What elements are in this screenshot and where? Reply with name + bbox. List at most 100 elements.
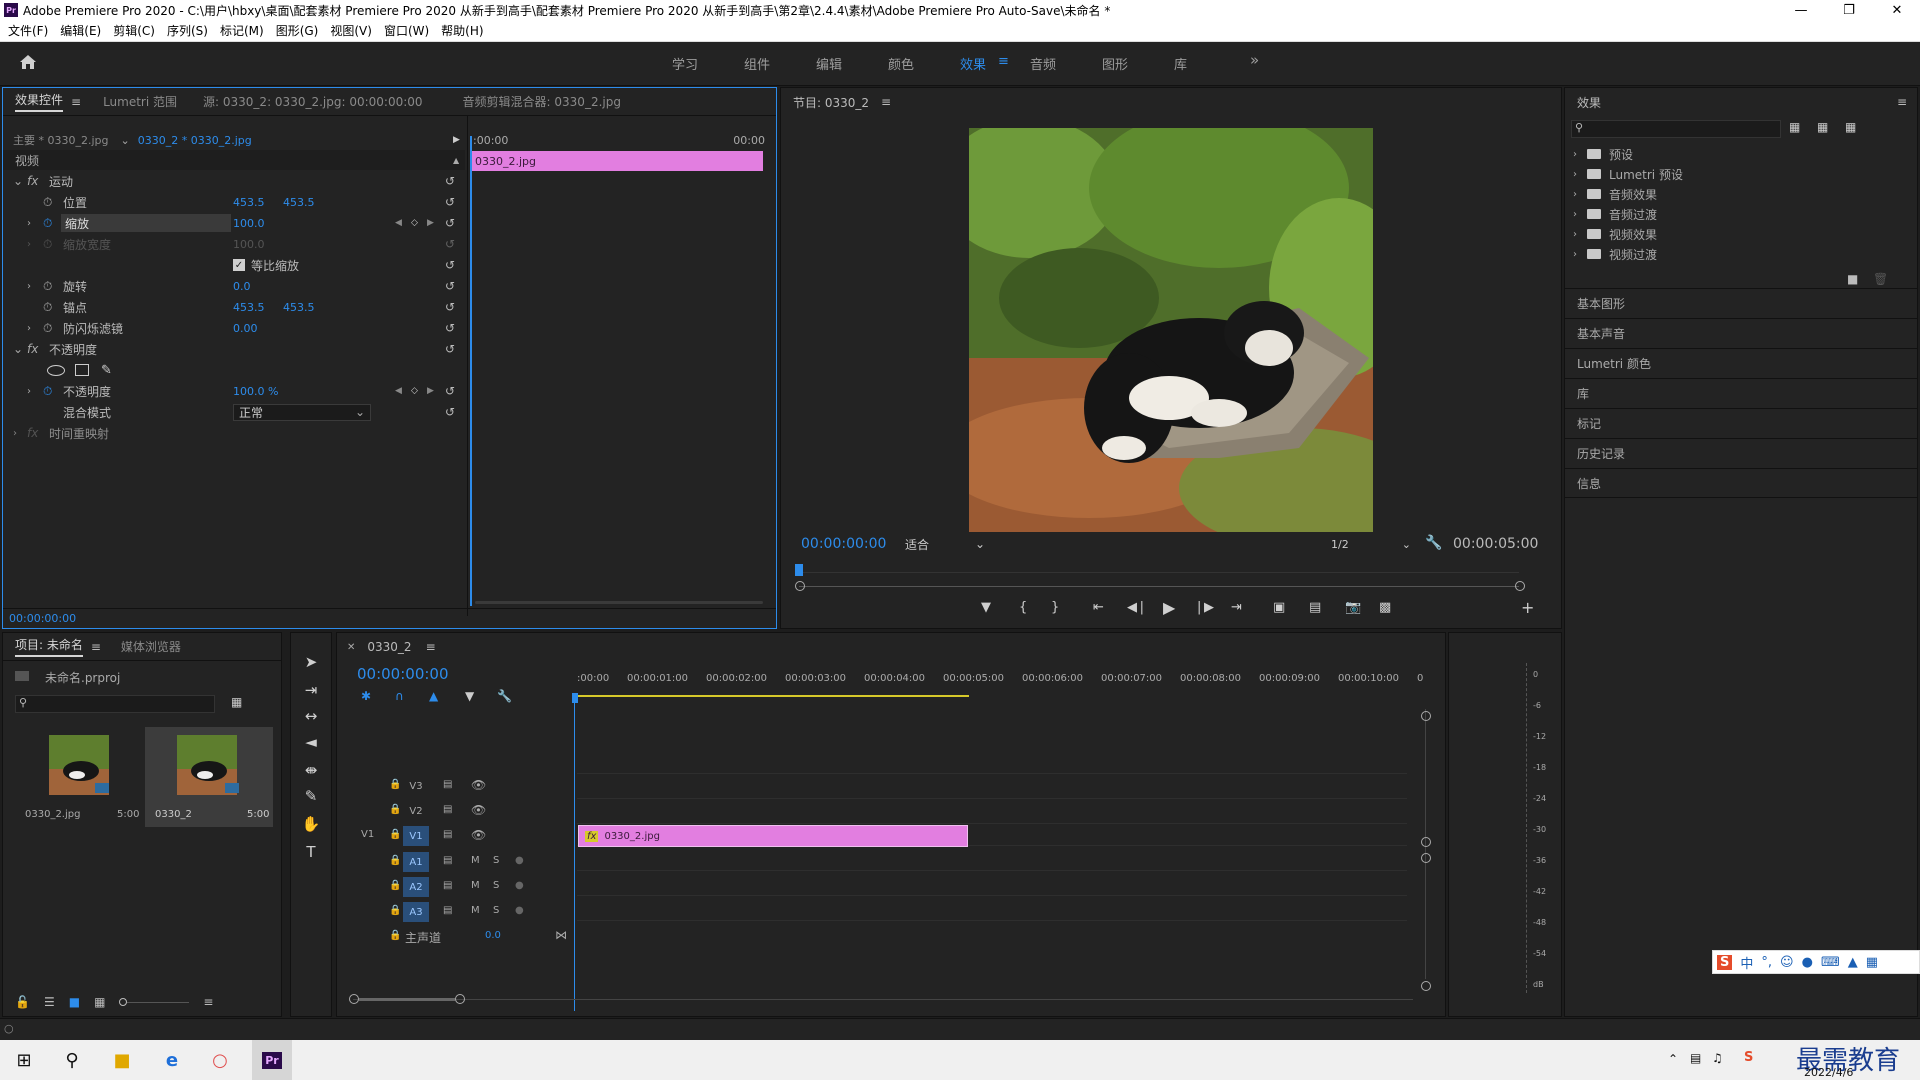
app-icon[interactable]: ○ [206, 1046, 234, 1074]
add-keyframe-icon[interactable]: ◇ [411, 386, 418, 396]
minimize-button[interactable]: — [1778, 0, 1824, 20]
prev-keyframe-icon[interactable]: ◀ [395, 218, 402, 228]
project-search-input[interactable]: ⚲ [15, 695, 215, 713]
ime-lang[interactable]: 中 [1740, 953, 1753, 972]
delete-icon[interactable]: 🗑 [1873, 272, 1888, 286]
program-playhead[interactable] [795, 564, 803, 576]
master-bowtie-icon[interactable]: ⋈ [555, 928, 567, 942]
master-volume-value[interactable]: 0.0 [485, 930, 501, 941]
timeline-timecode[interactable]: 00:00:00:00 [357, 665, 449, 683]
tab-media-browser[interactable]: 媒体浏览器 [121, 638, 181, 655]
selection-tool-icon[interactable]: ➤ [296, 650, 326, 674]
effect-controls-timecode[interactable]: 00:00:00:00 [9, 612, 76, 625]
rectangle-mask-icon[interactable] [75, 364, 89, 376]
folder-audio-effects[interactable]: › 音频效果 [1573, 184, 1903, 204]
reset-icon[interactable]: ↺ [445, 342, 455, 356]
fit-select[interactable]: 适合 ⌄ [905, 535, 985, 553]
sogou-ime-icon[interactable]: S [1717, 954, 1733, 970]
effect-timeline-clip[interactable]: 0330_2.jpg [471, 151, 763, 171]
master-clip-label[interactable]: 主要 * 0330_2.jpg [13, 132, 109, 148]
network-icon[interactable]: ▤ [1690, 1051, 1701, 1065]
workspace-audio[interactable]: 音频 [1030, 54, 1056, 73]
workspace-editing[interactable]: 编辑 [816, 54, 842, 73]
sequence-clip-label[interactable]: 0330_2 * 0330_2.jpg [138, 134, 252, 147]
workspace-libraries[interactable]: 库 [1174, 54, 1187, 73]
go-to-out-icon[interactable]: ⇥ [1231, 600, 1242, 615]
lock-icon[interactable]: 🔓 [15, 995, 30, 1009]
workspace-effects[interactable]: 效果 [960, 54, 986, 73]
panel-lumetri-color[interactable]: Lumetri 颜色 [1565, 348, 1917, 378]
project-item-clip[interactable]: 0330_2.jpg 5:00 [15, 727, 143, 827]
32bit-effects-icon[interactable]: ▦ [1817, 120, 1828, 134]
workspace-menu-icon[interactable]: ≡ [998, 54, 1009, 69]
expand-chevron-icon[interactable]: › [27, 323, 31, 334]
tab-effect-controls[interactable]: 效果控件 [15, 91, 64, 112]
uniform-scale-checkbox[interactable]: ✓ [233, 259, 245, 271]
freeform-view-icon[interactable]: ▦ [94, 995, 105, 1009]
expand-chevron-icon[interactable]: ⌄ [13, 174, 23, 188]
panel-menu-icon[interactable]: ≡ [881, 95, 891, 109]
timeline-playhead[interactable] [574, 701, 575, 1011]
reset-icon[interactable]: ↺ [445, 216, 455, 230]
panel-menu-icon[interactable]: ≡ [426, 640, 436, 654]
menu-edit[interactable]: 编辑(E) [60, 22, 101, 39]
pen-mask-icon[interactable]: ✎ [101, 363, 112, 378]
thumbnail-size-slider[interactable] [119, 997, 190, 1007]
panel-libraries[interactable]: 库 [1565, 378, 1917, 408]
reset-icon[interactable]: ↺ [445, 258, 455, 272]
blend-mode-select[interactable]: 正常 ⌄ [233, 403, 371, 421]
timeline-clip-v1[interactable]: fx 0330_2.jpg [578, 825, 968, 847]
add-button-icon[interactable]: + [1521, 598, 1534, 617]
panel-essential-sound[interactable]: 基本声音 [1565, 318, 1917, 348]
folder-video-effects[interactable]: › 视频效果 [1573, 224, 1903, 244]
folder-video-transitions[interactable]: › 视频过渡 [1573, 244, 1903, 264]
comparison-view-icon[interactable]: ▩ [1379, 600, 1391, 615]
timeline-ruler[interactable]: :00:00 00:00:01:00 00:00:02:00 00:00:03:… [577, 673, 1437, 701]
step-forward-icon[interactable]: | ▶ [1197, 600, 1214, 615]
toolbox-icon[interactable]: ▦ [1866, 955, 1878, 970]
work-area-bar[interactable] [577, 695, 969, 697]
go-to-in-icon[interactable]: ⇤ [1093, 600, 1104, 615]
tab-audio-clip-mixer[interactable]: 音频剪辑混合器: 0330_2.jpg [463, 93, 621, 110]
microphone-icon[interactable]: ● [515, 855, 524, 866]
timeline-zoom-bar[interactable] [359, 998, 455, 1001]
track-target-a2[interactable]: A2 [403, 877, 429, 897]
list-view-icon[interactable]: ☰ [44, 995, 55, 1009]
volume-icon[interactable]: ♫ [1712, 1051, 1723, 1065]
panel-history[interactable]: 历史记录 [1565, 438, 1917, 468]
ime-punct[interactable]: °, [1761, 955, 1772, 970]
linked-selection-icon[interactable]: ▲ [429, 689, 438, 703]
premiere-taskbar-item[interactable]: Pr [252, 1040, 292, 1080]
expand-chevron-icon[interactable]: › [27, 218, 31, 229]
track-target-v3[interactable]: V3 [403, 776, 429, 796]
next-keyframe-icon[interactable]: ▶ [427, 218, 434, 228]
tab-source[interactable]: 源: 0330_2: 0330_2.jpg: 00:00:00:00 [203, 93, 423, 110]
ellipse-mask-icon[interactable] [47, 364, 65, 376]
zoom-handle-right[interactable] [1515, 581, 1525, 591]
sync-lock-icon[interactable]: ▤ [443, 880, 452, 891]
snap-icon[interactable]: ∩ [395, 689, 404, 703]
timeline-playhead-handle[interactable] [572, 693, 578, 703]
menu-help[interactable]: 帮助(H) [441, 22, 483, 39]
add-marker-icon[interactable]: ▼ [465, 689, 474, 703]
scale-value[interactable]: 100.0 [233, 217, 265, 230]
scroll-up-icon[interactable]: ▲ [453, 156, 459, 165]
step-back-icon[interactable]: ◀ | [1127, 600, 1144, 615]
close-button[interactable]: ✕ [1874, 0, 1920, 20]
fx-icon[interactable]: fx [27, 174, 38, 188]
effect-timeline-ruler[interactable]: :00:00 00:00 [471, 130, 773, 150]
new-bin-icon[interactable]: ■ [1847, 272, 1858, 286]
track-target-v1[interactable]: V1 [403, 826, 429, 846]
source-patch-v1[interactable]: V1 [361, 829, 374, 840]
close-icon[interactable]: ✕ [347, 642, 355, 653]
panel-menu-icon[interactable]: ≡ [1897, 95, 1907, 109]
fx-motion-row[interactable]: ⌄ fx 运动 ↺ [3, 171, 465, 191]
lock-icon[interactable]: 🔒 [389, 930, 401, 941]
reset-icon[interactable]: ↺ [445, 321, 455, 335]
solo-button[interactable]: S [493, 880, 499, 891]
reset-icon[interactable]: ↺ [445, 384, 455, 398]
yuv-effects-icon[interactable]: ▦ [1845, 120, 1856, 134]
sync-lock-icon[interactable]: ▤ [443, 829, 452, 840]
eye-icon[interactable]: 👁 [471, 778, 486, 792]
effect-playhead[interactable] [470, 136, 472, 606]
